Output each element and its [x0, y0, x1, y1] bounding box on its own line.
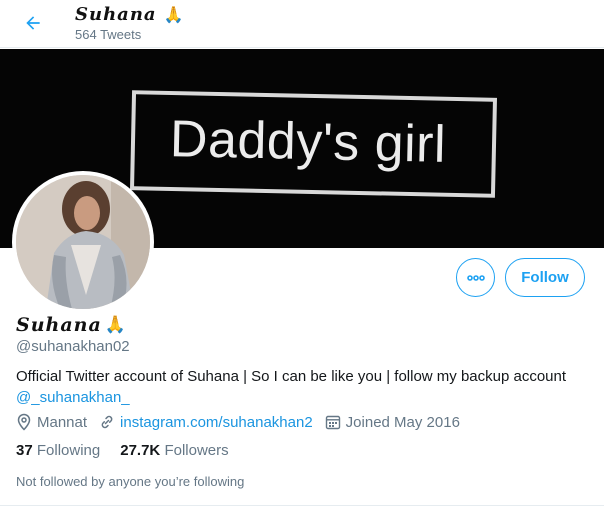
- back-button[interactable]: [16, 6, 50, 40]
- praying-hands-emoji-icon: 🙏: [104, 315, 127, 335]
- following-label: Following: [36, 442, 101, 459]
- website-item: instagram.com/suhanakhan2: [99, 414, 313, 431]
- follow-stats: 37 Following 27.7K Followers: [16, 442, 229, 459]
- praying-hands-emoji-icon: 🙏: [163, 5, 185, 24]
- more-options-button[interactable]: [456, 258, 495, 297]
- profile-bio: Official Twitter account of Suhana | So …: [16, 366, 591, 408]
- avatar-photo: [16, 175, 150, 309]
- following-stat[interactable]: 37 Following: [16, 442, 100, 459]
- profile-handle: @suhanakhan02: [16, 338, 130, 355]
- avatar-image: [16, 175, 150, 309]
- avatar[interactable]: [12, 171, 154, 313]
- followers-count: 27.7K: [120, 442, 161, 459]
- location-pin-icon: [17, 413, 31, 431]
- location-item: Mannat: [16, 413, 87, 431]
- bio-mention-link[interactable]: @_suhanakhan_: [16, 389, 130, 406]
- followers-label: Followers: [164, 442, 229, 459]
- arrow-left-icon: [26, 16, 40, 30]
- profile-name: Suhana 🙏: [16, 314, 127, 336]
- joined-text: Joined May 2016: [345, 413, 460, 431]
- followers-stat[interactable]: 27.7K Followers: [120, 442, 228, 459]
- link-icon: [101, 415, 113, 429]
- tweet-count: 564 Tweets: [75, 27, 142, 42]
- not-followed-notice: Not followed by anyone you’re following: [16, 474, 245, 489]
- banner-text: Daddy's girl: [169, 110, 447, 174]
- following-count: 37: [16, 442, 33, 459]
- divider: [0, 505, 604, 506]
- profile-name-text: Suhana: [16, 314, 102, 336]
- header-name-text: Suhana: [75, 4, 157, 25]
- header-profile-name: Suhana 🙏: [75, 4, 185, 25]
- profile-meta: Mannat instagram.com/suhanakhan2 Joined …: [16, 412, 472, 432]
- profile-header-bar: Suhana 🙏 564 Tweets: [0, 0, 604, 48]
- more-options-icon: [466, 274, 485, 281]
- joined-item: Joined May 2016: [325, 414, 460, 431]
- website-link[interactable]: instagram.com/suhanakhan2: [120, 414, 313, 431]
- calendar-icon: [325, 415, 340, 430]
- bio-text: Official Twitter account of Suhana | So …: [16, 368, 567, 385]
- location-text: Mannat: [37, 413, 88, 431]
- follow-button[interactable]: Follow: [505, 258, 585, 297]
